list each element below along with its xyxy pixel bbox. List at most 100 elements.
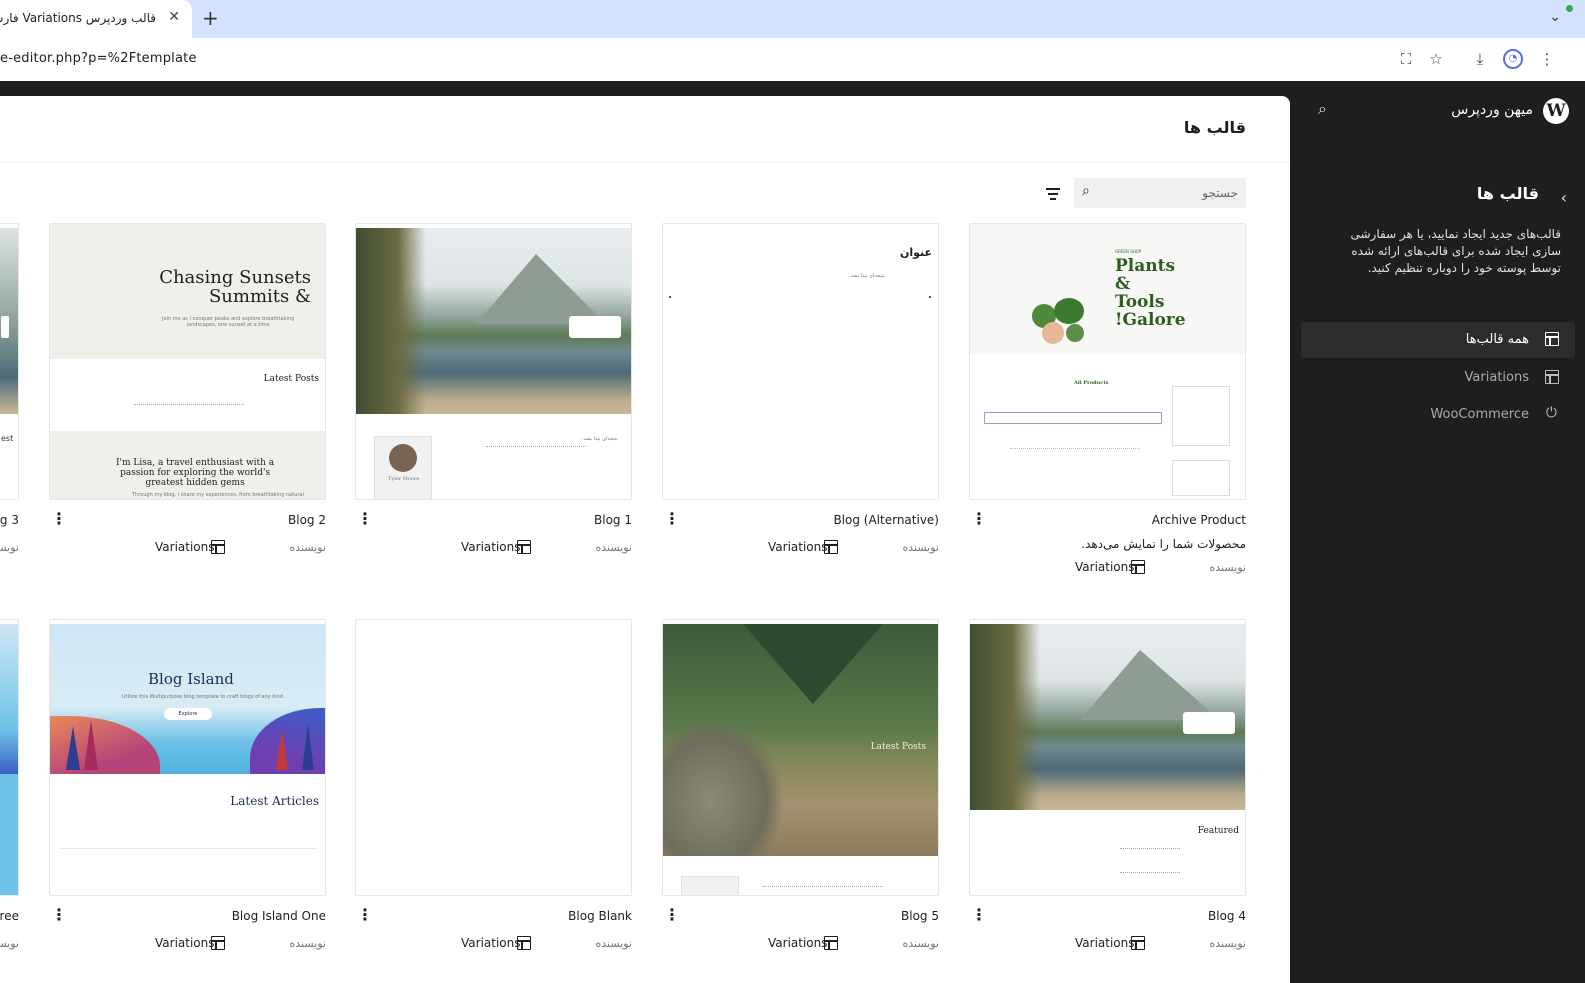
tab-title: قالب وردپرس Variations فارسی bbox=[0, 11, 156, 25]
template-author: نویسنده bbox=[289, 541, 326, 554]
preview-heading: Blog Island bbox=[148, 670, 234, 688]
tab-search-chevron-icon[interactable]: ⌄ bbox=[1549, 9, 1561, 25]
template-preview[interactable] bbox=[355, 619, 632, 896]
new-tab-icon[interactable]: + bbox=[202, 6, 219, 30]
preview-latest-posts: Latest Posts bbox=[263, 374, 319, 384]
template-title[interactable]: Blog 5 bbox=[901, 909, 939, 923]
template-preview[interactable]: Featured bbox=[969, 619, 1246, 896]
preview-heading: Chasing Sunsets Summits & bbox=[159, 267, 311, 307]
template-preview[interactable]: GREEN SHOP Plants & Tools !Galore All Pr… bbox=[969, 223, 1246, 500]
address-bar: e-editor.php?p=%2Ftemplate ⛶ ☆ ⤓ ◔ ⋮ bbox=[0, 38, 1585, 81]
search-icon[interactable]: ⌕ bbox=[1318, 99, 1327, 119]
template-meta: نویسنده Variations bbox=[969, 559, 1246, 577]
bookmark-star-icon[interactable]: ☆ bbox=[1426, 49, 1446, 69]
template-preview[interactable]: Latest Posts bbox=[662, 619, 939, 896]
template-author: نویسنده bbox=[595, 937, 632, 950]
more-actions-icon[interactable]: ⋮ bbox=[357, 509, 373, 528]
template-theme: Variations bbox=[461, 540, 521, 554]
more-actions-icon[interactable]: ⋮ bbox=[971, 905, 987, 924]
download-icon[interactable]: ⤓ bbox=[1470, 49, 1490, 69]
template-title[interactable]: Blog Island One bbox=[232, 909, 326, 923]
layout-icon bbox=[517, 936, 531, 950]
preview-latest-articles: Latest Articles bbox=[230, 794, 319, 808]
sidebar-item-woocommerce[interactable]: ⏻ WooCommerce bbox=[1301, 397, 1575, 433]
template-title[interactable]: Blog 2 bbox=[288, 513, 326, 527]
more-actions-icon[interactable]: ⋮ bbox=[664, 509, 680, 528]
preview-section: All Products bbox=[1074, 380, 1109, 386]
template-theme: Variations bbox=[155, 540, 215, 554]
preview-bio-sub: Through my blog, I share my experiences,… bbox=[132, 492, 304, 498]
template-title[interactable]: Blog 3 bbox=[0, 513, 19, 527]
template-title[interactable]: Archive Product bbox=[1152, 513, 1246, 527]
preview-intro: Join me as I conquer peaks and explore b… bbox=[162, 316, 295, 328]
wordpress-logo-icon[interactable]: W bbox=[1543, 98, 1569, 124]
search-icon: ⌕ bbox=[1082, 183, 1090, 199]
template-author: نویسنده bbox=[902, 541, 939, 554]
search-box: ⌕ bbox=[1074, 178, 1246, 208]
view-options-button[interactable] bbox=[1042, 182, 1064, 204]
template-author: نویسنده bbox=[595, 541, 632, 554]
back-chevron-icon[interactable]: › bbox=[1561, 188, 1567, 207]
template-title[interactable]: Blog Island Three bbox=[0, 909, 19, 923]
sidebar-item-label: همه قالب‌ها bbox=[1465, 332, 1529, 347]
template-preview[interactable]: les bbox=[0, 619, 19, 896]
url-field[interactable]: e-editor.php?p=%2Ftemplate bbox=[0, 51, 197, 66]
template-author: نویس bbox=[0, 541, 19, 554]
preview-no-results: نتیجه‌ای پیدا نشد. bbox=[849, 273, 885, 279]
preview-fragment: est bbox=[1, 434, 14, 443]
template-preview[interactable]: Chasing Sunsets Summits & Join me as I c… bbox=[49, 223, 326, 500]
plugin-icon: ⏻ bbox=[1545, 405, 1557, 421]
more-actions-icon[interactable]: ⋮ bbox=[971, 509, 987, 528]
editor-top-strip bbox=[0, 81, 1585, 96]
template-theme: Variations bbox=[461, 936, 521, 950]
header-divider bbox=[0, 162, 1290, 163]
more-actions-icon[interactable]: ⋮ bbox=[664, 905, 680, 924]
site-editor-sidebar: W میهن وردپرس ⌕ › قالب ها قالب‌های جدید … bbox=[1290, 96, 1585, 983]
sidebar-item-label: WooCommerce bbox=[1430, 407, 1529, 422]
template-author: نویسنده bbox=[289, 937, 326, 950]
profile-status-dot bbox=[1566, 5, 1573, 12]
template-theme: Variations bbox=[768, 936, 828, 950]
more-actions-icon[interactable]: ⋮ bbox=[51, 905, 67, 924]
preview-bio: I'm Lisa, a travel enthusiast with a pas… bbox=[116, 458, 275, 488]
sidebar-item-all-templates[interactable]: همه قالب‌ها bbox=[1301, 322, 1575, 358]
translate-icon[interactable]: ⛶ bbox=[1396, 49, 1416, 69]
template-theme: Variations bbox=[768, 540, 828, 554]
browser-menu-icon[interactable]: ⋮ bbox=[1537, 49, 1557, 69]
layout-icon bbox=[824, 936, 838, 950]
template-preview[interactable]: Blog Island Utilize this Multipurpose bl… bbox=[49, 619, 326, 896]
template-meta: نویسنده Variations bbox=[49, 935, 326, 953]
preview-eyebrow: GREEN SHOP bbox=[1115, 249, 1142, 254]
template-theme: Variations bbox=[155, 936, 215, 950]
template-title[interactable]: Blog Blank bbox=[568, 909, 632, 923]
template-title[interactable]: Blog 1 bbox=[594, 513, 632, 527]
layout-icon bbox=[211, 540, 225, 554]
layout-icon bbox=[824, 540, 838, 554]
sidebar-description: قالب‌های جدید ایجاد نمایید، یا هر سفارشی… bbox=[1350, 227, 1561, 275]
template-meta: نویسنده Variations bbox=[662, 539, 939, 557]
more-actions-icon[interactable]: ⋮ bbox=[357, 905, 373, 924]
template-preview[interactable]: Tyler Moore نتیجه‌ای پیدا نشد. bbox=[355, 223, 632, 500]
template-title[interactable]: Blog 4 bbox=[1208, 909, 1246, 923]
sidebar-item-variations[interactable]: Variations bbox=[1301, 360, 1575, 396]
browser-tab[interactable]: قالب وردپرس Variations فارسی ✕ bbox=[0, 0, 192, 38]
preview-no-results: نتیجه‌ای پیدا نشد. bbox=[582, 436, 618, 442]
search-input[interactable] bbox=[1108, 183, 1238, 203]
template-title[interactable]: Blog (Alternative) bbox=[833, 513, 939, 527]
template-meta: نویسنده Variations bbox=[662, 935, 939, 953]
more-actions-icon[interactable]: ⋮ bbox=[51, 509, 67, 528]
template-preview[interactable]: est bbox=[0, 223, 19, 500]
site-name[interactable]: میهن وردپرس bbox=[1451, 102, 1533, 118]
template-author: نویسنده bbox=[1209, 937, 1246, 950]
template-meta: نویسنده Variations bbox=[355, 935, 632, 953]
template-theme: Variations bbox=[1075, 560, 1135, 574]
template-preview[interactable]: عنوان نتیجه‌ای پیدا نشد. bbox=[662, 223, 939, 500]
template-author: نویسنده bbox=[1209, 561, 1246, 574]
template-author: نویسنده bbox=[902, 937, 939, 950]
template-meta: نویسنده Variations bbox=[969, 935, 1246, 953]
preview-cta: Explore bbox=[164, 708, 212, 720]
tab-close-icon[interactable]: ✕ bbox=[168, 9, 180, 25]
preview-featured: Featured bbox=[1197, 826, 1239, 836]
template-meta: نویسنده Variations bbox=[355, 539, 632, 557]
profile-avatar-icon[interactable]: ◔ bbox=[1503, 49, 1523, 69]
